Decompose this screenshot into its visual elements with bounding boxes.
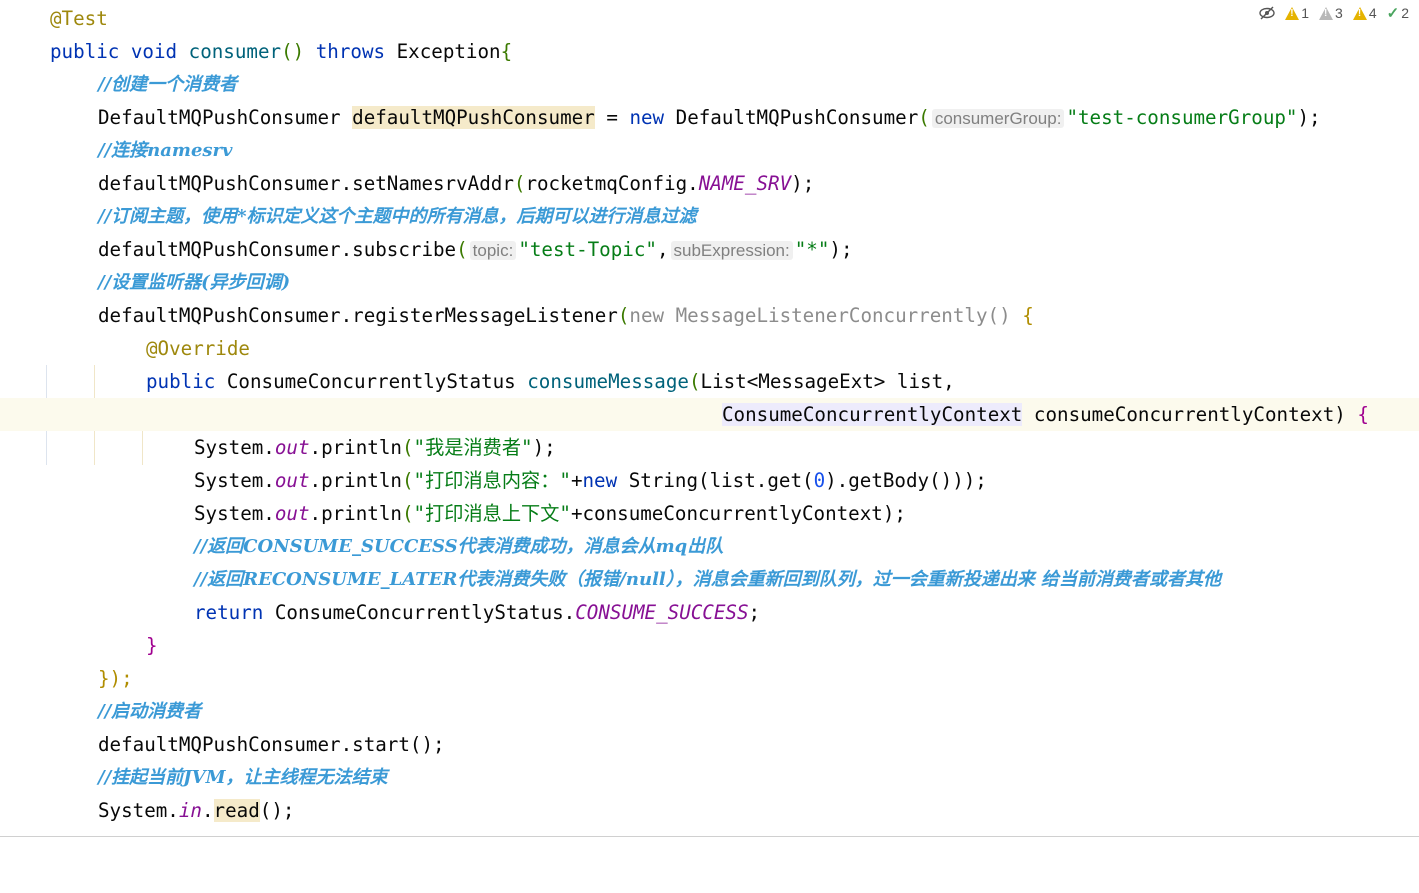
code-line[interactable]: System.out.println("打印消息上下文"+consumeConc… [0,497,1419,530]
code-line[interactable]: } [0,629,1419,662]
code-line[interactable]: System.in.read(); [0,794,1419,827]
statement: System.out.println("我是消费者"); [194,436,556,459]
statement: defaultMQPushConsumer.start(); [98,733,445,756]
comment: //订阅主题，使用*标识定义这个主题中的所有消息，后期可以进行消息过滤 [98,206,697,227]
comment: //启动消费者 [98,701,202,722]
parameter-hint: topic: [469,241,517,260]
code-line[interactable]: return ConsumeConcurrentlyStatus.CONSUME… [0,596,1419,629]
statement: System.in.read(); [98,799,295,822]
comment: //返回CONSUME_SUCCESS代表消费成功，消息会从mq出队 [194,536,724,557]
code-line[interactable]: //启动消费者 [0,695,1419,728]
method-signature: public void consumer() throws Exception{ [50,40,513,63]
code-line[interactable]: defaultMQPushConsumer.registerMessageLis… [0,299,1419,332]
code-line[interactable]: //返回CONSUME_SUCCESS代表消费成功，消息会从mq出队 [0,530,1419,563]
statement: System.out.println("打印消息内容："+new String(… [194,469,987,492]
code-line[interactable]: defaultMQPushConsumer.start(); [0,728,1419,761]
code-line[interactable]: //订阅主题，使用*标识定义这个主题中的所有消息，后期可以进行消息过滤 [0,200,1419,233]
statement: defaultMQPushConsumer.subscribe(topic: "t… [98,238,853,261]
code-line[interactable]: DefaultMQPushConsumer defaultMQPushConsu… [0,101,1419,134]
statement: defaultMQPushConsumer.registerMessageLis… [98,304,1034,327]
code-line[interactable]: //返回RECONSUME_LATER代表消费失败（报错/null），消息会重新… [0,563,1419,596]
code-line[interactable]: public ConsumeConcurrentlyStatus consume… [0,365,1419,398]
annotation: @Override [146,337,250,360]
annotation: @Test [50,7,108,30]
code-line[interactable]: public void consumer() throws Exception{ [0,35,1419,68]
statement: defaultMQPushConsumer.setNamesrvAddr(roc… [98,172,815,195]
comment: //挂起当前JVM，让主线程无法结束 [98,767,388,788]
parameter-hint: subExpression: [670,241,793,260]
code-line[interactable]: }); [0,662,1419,695]
code-line[interactable]: System.out.println("打印消息内容："+new String(… [0,464,1419,497]
parameter: ConsumeConcurrentlyContext consumeConcur… [722,403,1369,426]
statement: return ConsumeConcurrentlyStatus.CONSUME… [194,601,761,624]
method-signature: public ConsumeConcurrentlyStatus consume… [146,370,955,393]
code-line[interactable]: defaultMQPushConsumer.setNamesrvAddr(roc… [0,167,1419,200]
divider [0,836,1419,837]
code-editor[interactable]: 1 3 4 ✓ 2 @Test public void consumer() t… [0,0,1419,839]
current-code-line[interactable]: ConsumeConcurrentlyContext consumeConcur… [0,398,1419,431]
parameter-hint: consumerGroup: [931,109,1065,128]
code-line[interactable]: //连接namesrv [0,134,1419,167]
code-line[interactable]: System.out.println("我是消费者"); [0,431,1419,464]
comment: //创建一个消费者 [98,74,238,95]
comment: //返回RECONSUME_LATER代表消费失败（报错/null），消息会重新… [194,569,1222,590]
code-line[interactable]: @Test [0,2,1419,35]
code-line[interactable]: //挂起当前JVM，让主线程无法结束 [0,761,1419,794]
closing-brace: } [146,634,158,657]
comment: //连接namesrv [98,140,233,161]
comment: //设置监听器(异步回调) [98,272,291,293]
code-line[interactable]: @Override [0,332,1419,365]
statement: DefaultMQPushConsumer defaultMQPushConsu… [98,106,1321,129]
code-line[interactable]: //设置监听器(异步回调) [0,266,1419,299]
code-line[interactable]: //创建一个消费者 [0,68,1419,101]
closing-brace: }); [98,667,133,690]
code-line[interactable]: defaultMQPushConsumer.subscribe(topic: "t… [0,233,1419,266]
statement: System.out.println("打印消息上下文"+consumeConc… [194,502,906,525]
